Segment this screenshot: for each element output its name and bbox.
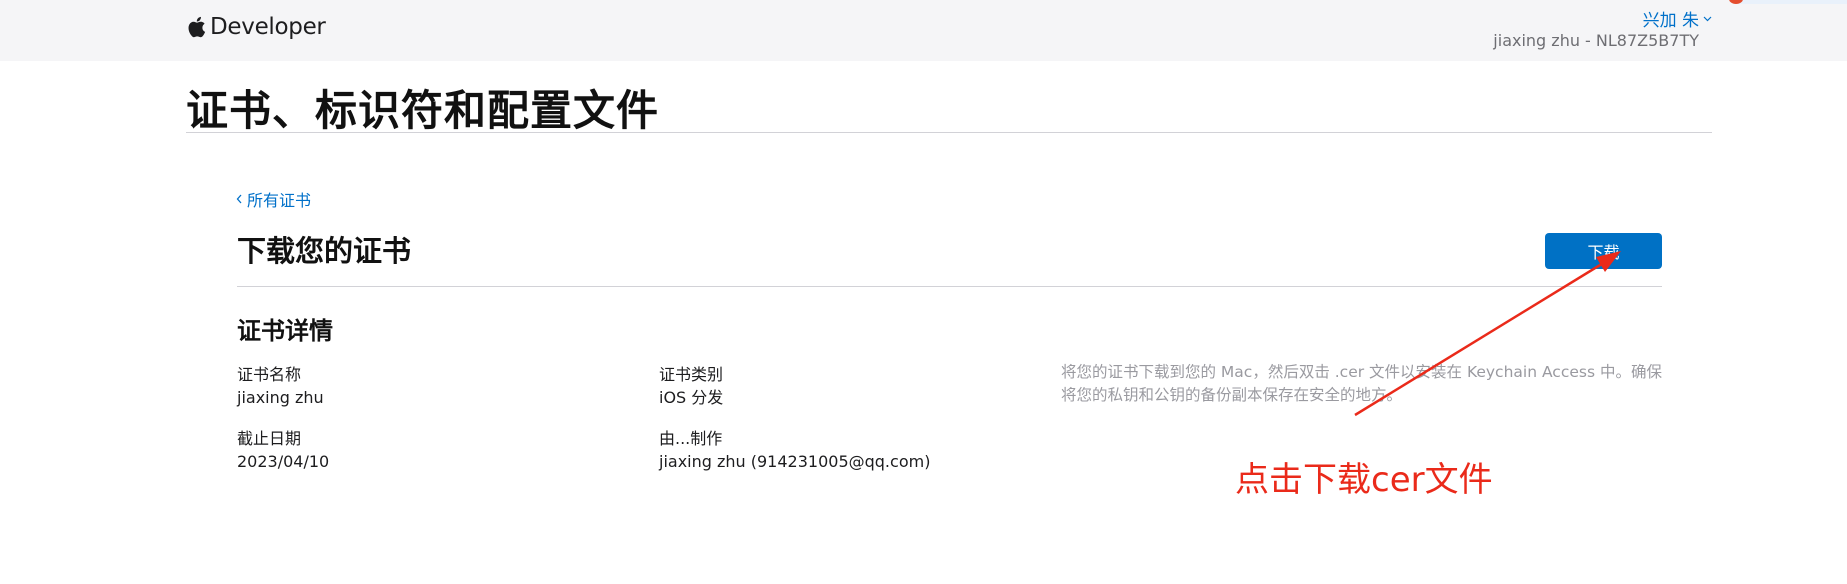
download-button[interactable]: 下载 — [1545, 233, 1662, 269]
chevron-left-icon — [236, 194, 242, 204]
download-hint: 将您的证书下载到您的 Mac，然后双击 .cer 文件以安装在 Keychain… — [1061, 363, 1662, 404]
cert-name-field: 证书名称 jiaxing zhu — [237, 363, 324, 409]
section-divider — [237, 286, 1662, 287]
back-link-label: 所有证书 — [247, 191, 312, 210]
cert-name-label: 证书名称 — [237, 365, 302, 384]
annotation-text: 点击下载cer文件 — [1235, 460, 1493, 500]
cert-type-value: iOS 分发 — [659, 388, 724, 407]
account-menu-button[interactable]: 兴加 朱 — [1643, 6, 1712, 31]
created-by-label: 由...制作 — [659, 429, 723, 448]
all-certificates-link[interactable]: 所有证书 — [236, 187, 311, 211]
account-name-label: 兴加 朱 — [1642, 11, 1699, 31]
created-by-value: jiaxing zhu (914231005@qq.com) — [659, 452, 931, 471]
cert-type-field: 证书类别 iOS 分发 — [659, 363, 723, 409]
details-title: 证书详情 — [237, 317, 333, 345]
chevron-down-icon — [1703, 16, 1712, 21]
expiry-label: 截止日期 — [237, 429, 302, 448]
global-header: Developer 兴加 朱 jiaxing zhu - NL87Z5B7TY — [0, 0, 1847, 61]
title-divider — [186, 132, 1712, 133]
brand-text: Developer — [210, 14, 326, 40]
apple-logo-icon — [188, 16, 206, 38]
created-by-field: 由...制作 jiaxing zhu (914231005@qq.com) — [659, 427, 930, 473]
brand-logo[interactable]: Developer — [186, 14, 326, 40]
corner-decoration — [1729, 0, 1847, 4]
cert-type-label: 证书类别 — [659, 365, 724, 384]
page-title: 证书、标识符和配置文件 — [186, 86, 660, 135]
section-title: 下载您的证书 — [237, 234, 412, 268]
expiry-field: 截止日期 2023/04/10 — [237, 427, 329, 473]
team-id-label: jiaxing zhu - NL87Z5B7TY — [1493, 31, 1699, 50]
cert-name-value: jiaxing zhu — [237, 388, 324, 407]
expiry-value: 2023/04/10 — [237, 452, 330, 471]
